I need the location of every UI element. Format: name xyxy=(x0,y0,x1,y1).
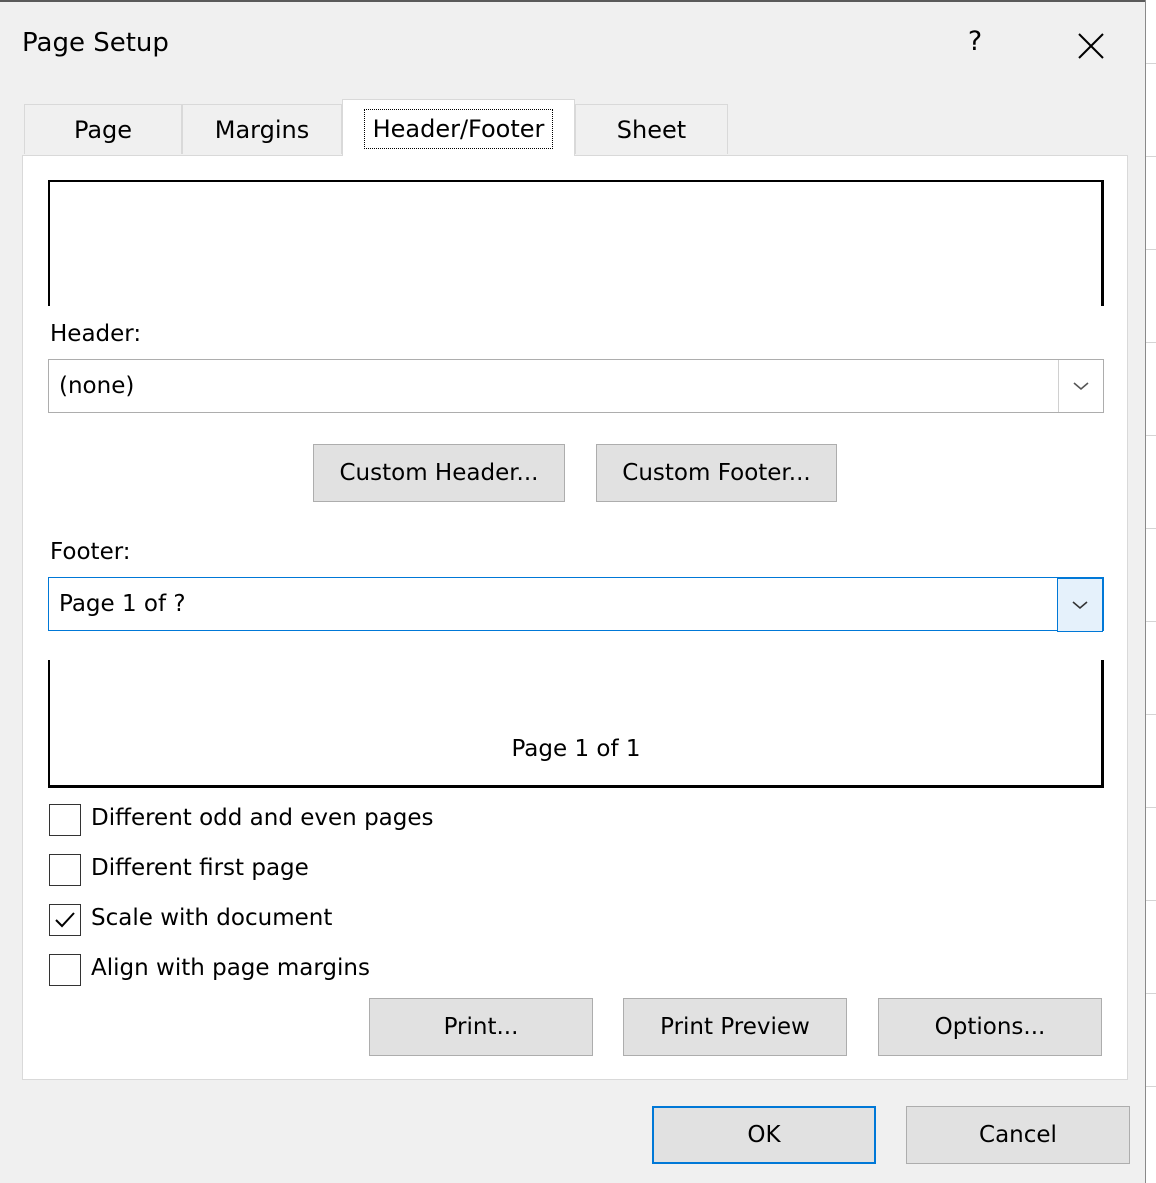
chevron-down-icon xyxy=(1072,601,1088,610)
background-gridline xyxy=(1146,807,1156,808)
scale-with-document-checkbox[interactable] xyxy=(49,904,81,936)
chevron-down-icon xyxy=(1073,382,1089,391)
close-icon xyxy=(1078,33,1104,59)
custom-header-button[interactable]: Custom Header... xyxy=(313,444,565,502)
different-first-page-checkbox[interactable] xyxy=(49,854,81,886)
background-gridline xyxy=(1146,63,1156,64)
align-with-margins-checkbox[interactable] xyxy=(49,954,81,986)
background-gridline xyxy=(1146,1086,1156,1087)
header-preview xyxy=(48,180,1104,306)
header-label: Header: xyxy=(50,321,142,347)
dialog-title: Page Setup xyxy=(22,28,169,58)
footer-select[interactable]: Page 1 of ? xyxy=(48,577,1104,632)
footer-preview-text: Page 1 of 1 xyxy=(511,736,641,762)
background-gridline xyxy=(1146,342,1156,343)
footer-label: Footer: xyxy=(50,539,131,565)
dialog-top-border xyxy=(0,0,1146,2)
print-preview-button[interactable]: Print Preview xyxy=(623,998,847,1056)
print-button[interactable]: Print... xyxy=(369,998,593,1056)
tab-header-footer[interactable]: Header/Footer xyxy=(342,99,575,156)
header-dropdown-button[interactable] xyxy=(1058,360,1103,412)
header-select-value: (none) xyxy=(59,373,135,399)
help-button[interactable]: ? xyxy=(958,26,992,57)
header-select[interactable]: (none) xyxy=(48,359,1104,413)
background-gridline xyxy=(1146,435,1156,436)
align-with-margins-label[interactable]: Align with page margins xyxy=(91,955,370,981)
options-button[interactable]: Options... xyxy=(878,998,1102,1056)
custom-footer-button[interactable]: Custom Footer... xyxy=(596,444,837,502)
footer-dropdown-button[interactable] xyxy=(1057,578,1103,632)
different-first-page-label[interactable]: Different first page xyxy=(91,855,309,881)
background-gridline xyxy=(1146,900,1156,901)
background-sheet xyxy=(1146,0,1156,1183)
footer-preview: Page 1 of 1 xyxy=(48,660,1104,788)
background-gridline xyxy=(1146,156,1156,157)
background-gridline xyxy=(1146,249,1156,250)
tab-sheet[interactable]: Sheet xyxy=(575,104,728,154)
background-gridline xyxy=(1146,528,1156,529)
tab-page[interactable]: Page xyxy=(24,104,182,154)
close-button[interactable] xyxy=(1066,24,1116,68)
background-gridline xyxy=(1146,621,1156,622)
dialog-right-edge xyxy=(1145,0,1146,1183)
footer-select-value: Page 1 of ? xyxy=(59,591,186,617)
different-odd-even-label[interactable]: Different odd and even pages xyxy=(91,805,434,831)
background-gridline xyxy=(1146,714,1156,715)
checkmark-icon xyxy=(55,912,75,928)
different-odd-even-checkbox[interactable] xyxy=(49,804,81,836)
cancel-button[interactable]: Cancel xyxy=(906,1106,1130,1164)
ok-button[interactable]: OK xyxy=(652,1106,876,1164)
tab-margins[interactable]: Margins xyxy=(182,104,342,154)
scale-with-document-label[interactable]: Scale with document xyxy=(91,905,332,931)
tab-header-footer-label: Header/Footer xyxy=(363,109,554,149)
background-gridline xyxy=(1146,993,1156,994)
